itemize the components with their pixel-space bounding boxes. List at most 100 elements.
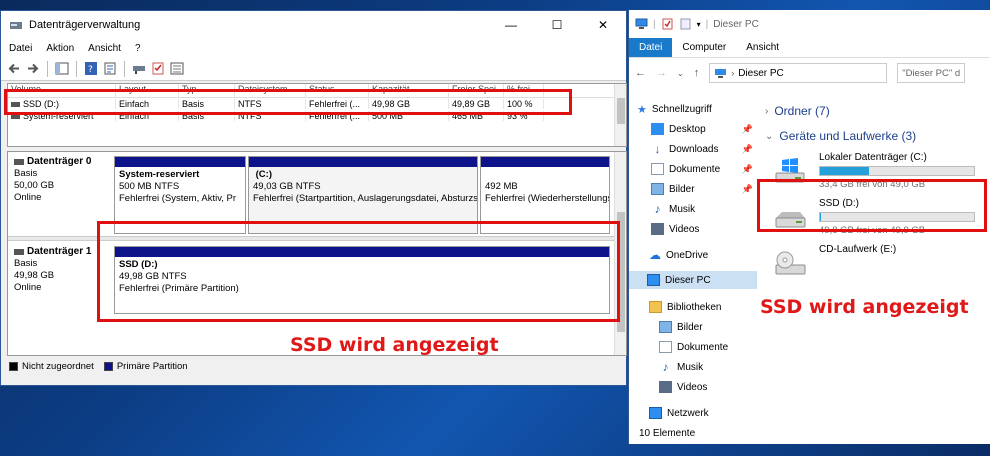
video-icon xyxy=(659,381,672,393)
explorer-title: Dieser PC xyxy=(713,18,759,30)
minimize-button[interactable]: — xyxy=(488,11,534,39)
annotation-text-left: SSD wird angezeigt xyxy=(290,334,499,356)
back-arrow-icon[interactable] xyxy=(7,62,21,75)
address-bar[interactable]: › Dieser PC xyxy=(709,63,888,83)
up-icon[interactable]: ↑ xyxy=(694,67,700,79)
menu-datei[interactable]: Datei xyxy=(9,43,32,54)
nav-pictures[interactable]: Bilder 📌 xyxy=(651,180,755,198)
nav-music[interactable]: ♪ Musik xyxy=(651,200,696,218)
disk-1-label[interactable]: Datenträger 1 Basis 49,98 GB Online xyxy=(14,246,108,294)
nav-label: Videos xyxy=(669,223,700,235)
disk-0-label[interactable]: Datenträger 0 Basis 50,00 GB Online xyxy=(14,156,108,204)
nav-lib-documents[interactable]: Dokumente xyxy=(659,338,728,356)
menu-aktion[interactable]: Aktion xyxy=(46,43,74,54)
disk-0-title: Datenträger 0 xyxy=(27,156,92,167)
properties-check-icon[interactable] xyxy=(661,18,674,30)
title-divider: | xyxy=(705,18,709,30)
console-tree-icon[interactable] xyxy=(55,62,69,75)
tab-computer[interactable]: Computer xyxy=(672,38,736,57)
nav-downloads[interactable]: ↓ Downloads 📌 xyxy=(651,140,755,158)
pin-icon[interactable]: 📌 xyxy=(742,164,753,175)
nav-label: Dokumente xyxy=(669,163,721,175)
computer-icon xyxy=(715,69,727,78)
nav-label: Downloads xyxy=(669,143,719,155)
new-folder-icon[interactable] xyxy=(679,18,692,30)
nav-this-pc[interactable]: Dieser PC xyxy=(629,271,757,289)
quick-access-dropdown-icon[interactable]: ▾ xyxy=(697,20,701,29)
nav-label: Dieser PC xyxy=(665,274,711,286)
recent-dropdown-icon[interactable]: ⌄ xyxy=(677,69,684,78)
nav-label: Videos xyxy=(677,381,708,393)
group-drives[interactable]: ⌄ Geräte und Laufwerke (3) xyxy=(765,129,916,143)
chevron-right-icon: › xyxy=(765,105,769,117)
nav-desktop[interactable]: Desktop 📌 xyxy=(651,120,755,138)
view-list-icon[interactable] xyxy=(170,62,184,75)
pin-icon[interactable]: 📌 xyxy=(742,124,753,135)
partition-status: Fehlerfrei (System, Aktiv, Pr xyxy=(119,193,237,204)
drive-name: Lokaler Datenträger (C:) xyxy=(819,152,927,163)
desktop-icon xyxy=(651,123,664,135)
chevron-down-icon: ⌄ xyxy=(765,130,774,142)
pin-icon[interactable]: 📌 xyxy=(742,144,753,155)
ribbon-tabs: Datei Computer Ansicht xyxy=(629,38,990,58)
highlight-box-volume-row xyxy=(4,89,572,115)
forward-arrow-icon[interactable] xyxy=(26,62,40,75)
disk-1-title: Datenträger 1 xyxy=(27,246,92,257)
content-pane: › Ordner (7) ⌄ Geräte und Laufwerke (3) … xyxy=(759,98,990,428)
title-divider: | xyxy=(653,18,656,30)
annotation-text-right: SSD wird angezeigt xyxy=(760,296,969,318)
menu-ansicht[interactable]: Ansicht xyxy=(88,43,121,54)
maximize-button[interactable]: ☐ xyxy=(534,11,580,39)
help-icon[interactable]: ? xyxy=(84,62,98,75)
status-bar-count: 10 Elemente xyxy=(639,428,696,439)
legend-swatch-unallocated xyxy=(9,362,18,371)
partition-size: 49,03 GB NTFS xyxy=(253,181,321,192)
breadcrumb-chevron-icon[interactable]: › xyxy=(731,68,734,78)
nav-lib-pictures[interactable]: Bilder xyxy=(659,318,703,336)
nav-label: Desktop xyxy=(669,123,706,135)
music-note-icon: ♪ xyxy=(662,360,669,374)
video-icon xyxy=(651,223,664,235)
music-note-icon: ♪ xyxy=(654,202,661,216)
tab-ansicht[interactable]: Ansicht xyxy=(736,38,789,57)
window-title: Datenträgerverwaltung xyxy=(29,19,141,31)
partition-name: (C:) xyxy=(255,169,272,180)
download-arrow-icon: ↓ xyxy=(654,142,661,156)
disk-icon xyxy=(14,159,24,165)
nav-videos[interactable]: Videos xyxy=(651,220,699,238)
nav-documents[interactable]: Dokumente 📌 xyxy=(651,160,755,178)
computer-icon xyxy=(635,18,648,29)
drive-usage-fill xyxy=(820,167,870,175)
properties-icon[interactable] xyxy=(103,62,117,75)
cd-drive-icon xyxy=(775,251,806,275)
nav-onedrive[interactable]: ☁ OneDrive xyxy=(649,246,708,264)
toolbar: ? xyxy=(1,57,626,81)
menu-help[interactable]: ? xyxy=(135,43,141,54)
drive-name: CD-Laufwerk (E:) xyxy=(819,244,897,255)
drive-cd-e[interactable]: CD-Laufwerk (E:) xyxy=(773,244,989,284)
network-icon xyxy=(649,407,662,419)
highlight-box-ssd-drive xyxy=(757,179,987,232)
disk-icon xyxy=(14,249,24,255)
nav-lib-videos[interactable]: Videos xyxy=(659,378,707,396)
nav-label: Bilder xyxy=(677,321,703,333)
volume-list-scrollbar[interactable] xyxy=(614,84,626,146)
legend-unallocated: Nicht zugeordnet xyxy=(22,361,94,372)
connect-icon[interactable] xyxy=(132,62,146,75)
group-folders[interactable]: › Ordner (7) xyxy=(765,104,830,118)
nav-network[interactable]: Netzwerk xyxy=(649,404,709,422)
explorer-title-bar: | ▾ | Dieser PC xyxy=(629,10,990,38)
nav-quick-access[interactable]: ★ Schnellzugriff xyxy=(637,100,712,118)
nav-libraries[interactable]: Bibliotheken xyxy=(649,298,721,316)
back-icon[interactable]: ← xyxy=(635,67,646,79)
tab-datei[interactable]: Datei xyxy=(629,38,673,57)
nav-lib-music[interactable]: ♪ Musik xyxy=(659,358,704,376)
checklist-icon[interactable] xyxy=(151,62,165,75)
forward-icon[interactable]: → xyxy=(656,67,667,79)
computer-icon xyxy=(647,274,660,286)
pin-icon[interactable]: 📌 xyxy=(742,184,753,195)
star-icon: ★ xyxy=(637,103,647,116)
close-button[interactable]: ✕ xyxy=(580,11,626,39)
legend-primary: Primäre Partition xyxy=(116,361,188,372)
search-input[interactable]: "Dieser PC" d xyxy=(897,63,966,83)
